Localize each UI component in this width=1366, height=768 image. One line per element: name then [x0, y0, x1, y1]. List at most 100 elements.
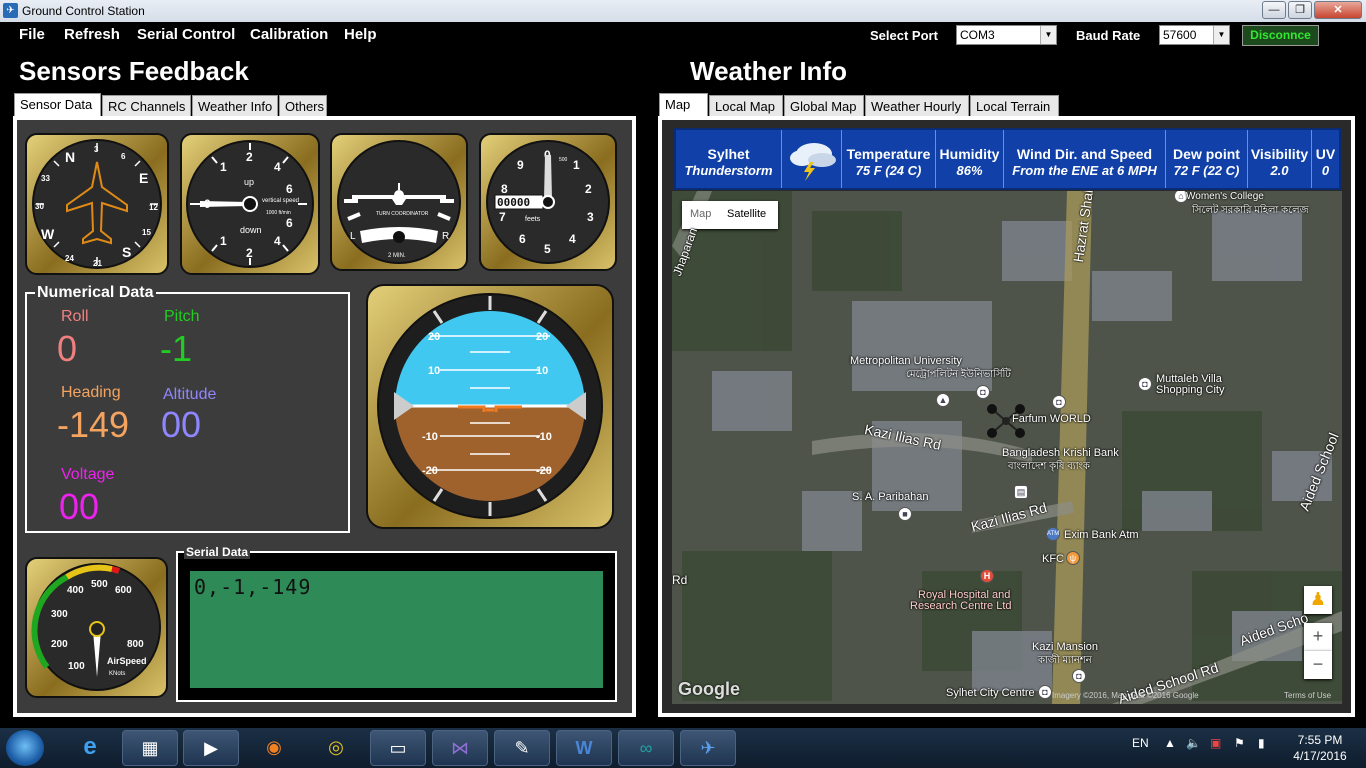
app-icon: ✈: [3, 3, 18, 18]
clock-time: 7:55 PM: [1297, 733, 1343, 747]
baud-select[interactable]: 57600 ▼: [1159, 25, 1230, 45]
media-player-icon[interactable]: ▶: [183, 730, 239, 766]
chevron-down-icon[interactable]: ▼: [1040, 26, 1056, 44]
show-hidden-icons-icon[interactable]: ▲: [1164, 736, 1176, 750]
action-center-icon[interactable]: ⚑: [1234, 736, 1245, 750]
maximize-button[interactable]: ❐: [1288, 1, 1312, 19]
map-label-royal-hospital-2: Research Centre Ltd: [910, 600, 1012, 612]
menu-serial-control[interactable]: Serial Control: [137, 26, 235, 43]
editor-icon[interactable]: ✎: [494, 730, 550, 766]
menu-file[interactable]: File: [19, 26, 45, 43]
atm-icon[interactable]: ATM: [1046, 527, 1060, 541]
map-label-krishi-bank: Bangladesh Krishi Bank: [1002, 447, 1119, 459]
map-label-paribahan: S. A. Paribahan: [852, 491, 929, 503]
sensors-feedback-heading: Sensors Feedback: [19, 56, 249, 86]
turn-l: L: [350, 231, 356, 242]
tab-map[interactable]: Map: [659, 93, 708, 118]
ground-control-app-icon[interactable]: ✈: [680, 730, 736, 766]
chevron-down-icon[interactable]: ▼: [1213, 26, 1229, 44]
photo-viewer-icon[interactable]: ▭: [370, 730, 426, 766]
tab-global-map[interactable]: Global Map: [784, 95, 864, 117]
road-label-rd: Rd: [672, 573, 688, 587]
weather-location: Sylhet: [707, 146, 750, 162]
humidity-value: 86%: [956, 163, 983, 178]
wind-label: Wind Dir. and Speed: [1016, 146, 1153, 162]
airspeed-600: 600: [115, 585, 132, 596]
network-icon[interactable]: ▣: [1210, 736, 1221, 750]
word-icon[interactable]: W: [556, 730, 612, 766]
language-indicator[interactable]: EN: [1132, 736, 1149, 750]
tab-rc-channels[interactable]: RC Channels: [102, 95, 191, 117]
arduino-icon[interactable]: ∞: [618, 730, 674, 766]
bus-stop-icon[interactable]: ■: [898, 507, 912, 521]
alt-1: 1: [573, 158, 580, 172]
tab-weather-hourly[interactable]: Weather Hourly: [865, 95, 969, 117]
uv-value: 0: [1321, 163, 1330, 178]
menu-refresh[interactable]: Refresh: [64, 26, 120, 43]
internet-explorer-icon[interactable]: e: [62, 730, 118, 766]
map-type-satellite[interactable]: Satellite: [727, 208, 766, 220]
tab-local-map[interactable]: Local Map: [709, 95, 783, 117]
window-title: Ground Control Station: [22, 4, 145, 18]
menu-help[interactable]: Help: [344, 26, 377, 43]
system-clock[interactable]: 7:55 PM 4/17/2016: [1290, 732, 1350, 764]
hospital-icon[interactable]: H: [980, 569, 994, 583]
street-view-pegman-icon[interactable]: ♟: [1304, 586, 1332, 614]
pitch-value: -1: [160, 328, 193, 369]
menu-calibration[interactable]: Calibration: [250, 26, 328, 43]
taskbar: e ▦ ▶ ◉ ◎ ▭ ⋈ ✎ W ∞ ✈ EN ▲ 🔈 ▣ ⚑ ▮ 7:55 …: [0, 728, 1366, 768]
vsi-title: vertical speed: [262, 198, 299, 204]
power-icon[interactable]: ▮: [1258, 736, 1265, 750]
uv-label: UV: [1315, 146, 1336, 162]
thunderstorm-icon: [789, 143, 836, 181]
map-label-metropolitan: Metropolitan University: [850, 355, 962, 367]
vsi-6-up: 6: [286, 182, 293, 196]
serial-data-text: 0,-1,-149: [194, 575, 312, 599]
compass-3: 3: [94, 145, 99, 154]
serial-data-box: Serial Data 0,-1,-149: [176, 545, 617, 702]
close-button[interactable]: ✕: [1314, 1, 1362, 19]
restaurant-icon[interactable]: ψ: [1066, 551, 1080, 565]
satellite-map[interactable]: Map Satellite ⌂ Women's College সিলেট সর…: [672, 191, 1342, 704]
file-explorer-icon[interactable]: ▦: [122, 730, 178, 766]
bank-icon[interactable]: ▤: [1014, 485, 1028, 499]
airspeed-200: 200: [51, 639, 68, 650]
shopping-bag-icon[interactable]: ◘: [1138, 377, 1152, 391]
visibility-cell: Visibility 2.0: [1248, 130, 1312, 188]
map-type-switcher: Map Satellite: [682, 201, 778, 229]
compass-24: 24: [65, 254, 74, 263]
zoom-in-button[interactable]: +: [1304, 623, 1332, 651]
minimize-button[interactable]: —: [1262, 1, 1286, 19]
volume-icon[interactable]: 🔈: [1186, 736, 1201, 750]
shopping-bag-icon[interactable]: ◘: [1052, 395, 1066, 409]
shopping-bag-icon[interactable]: ◘: [976, 385, 990, 399]
tab-others[interactable]: Others: [279, 95, 327, 117]
start-button[interactable]: [6, 730, 44, 766]
attitude-20-right: 20: [536, 331, 548, 343]
map-label-city-centre: Sylhet City Centre: [946, 687, 1035, 699]
airspeed-800: 800: [127, 639, 144, 650]
attitude-m10-left: -10: [422, 431, 438, 443]
chrome-icon[interactable]: ◎: [308, 730, 364, 766]
map-type-map[interactable]: Map: [690, 208, 711, 220]
visual-studio-icon[interactable]: ⋈: [432, 730, 488, 766]
alt-counter: 00000: [497, 196, 530, 209]
port-select[interactable]: COM3 ▼: [956, 25, 1057, 45]
turn-title: TURN COORDINATOR: [376, 211, 429, 217]
shopping-bag-icon[interactable]: ◘: [1038, 685, 1052, 699]
map-terms[interactable]: Terms of Use: [1284, 691, 1331, 700]
tab-local-terrain[interactable]: Local Terrain: [970, 95, 1059, 117]
tab-weather-info[interactable]: Weather Info: [192, 95, 278, 117]
compass-s: S: [122, 244, 131, 260]
zoom-out-button[interactable]: −: [1304, 651, 1332, 679]
wind-cell: Wind Dir. and Speed From the ENE at 6 MP…: [1004, 130, 1166, 188]
weather-info-heading: Weather Info: [690, 56, 847, 86]
tab-sensor-data[interactable]: Sensor Data: [14, 93, 101, 118]
disconnect-button[interactable]: Disconnce: [1242, 25, 1319, 46]
shopping-bag-icon[interactable]: ◘: [1072, 669, 1086, 683]
graduation-cap-icon[interactable]: ▲: [936, 393, 950, 407]
compass-12: 12: [149, 203, 158, 212]
map-label-womens-college-bn: সিলেট সরকারি মহিলা কলেজ: [1192, 205, 1309, 216]
firefox-icon[interactable]: ◉: [246, 730, 302, 766]
temperature-label: Temperature: [846, 146, 931, 162]
